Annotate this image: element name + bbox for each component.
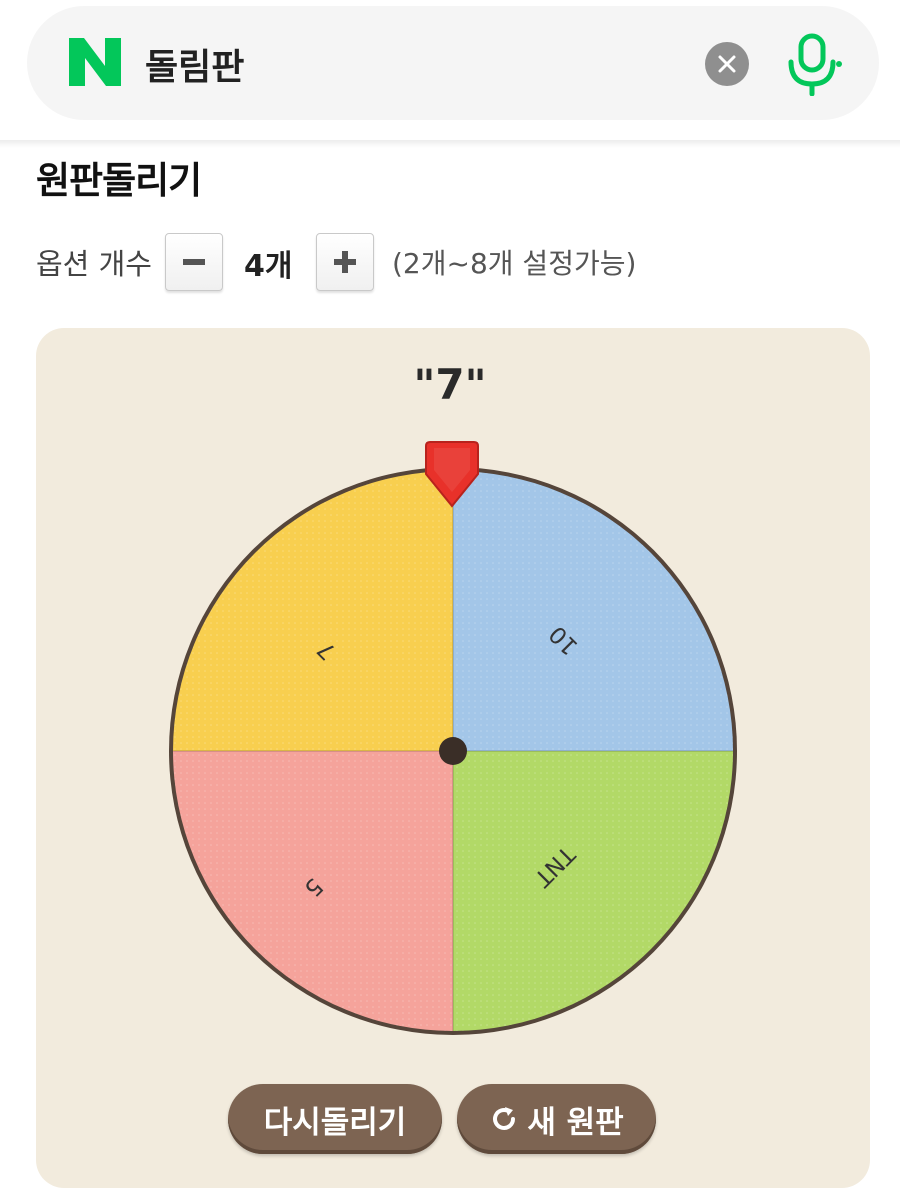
roulette-wheel[interactable]: 10 TNT 5 7 xyxy=(160,458,746,1044)
clear-search-button[interactable] xyxy=(705,42,749,86)
new-wheel-label: 새 원판 xyxy=(527,1104,624,1141)
refresh-icon xyxy=(493,1107,516,1130)
naver-logo-icon[interactable]: N xyxy=(69,36,121,88)
option-count-value: 4개 xyxy=(244,249,293,284)
option-range-hint: (2개~8개 설정가능) xyxy=(392,247,637,280)
wheel-center-pin xyxy=(439,737,467,765)
microphone-icon[interactable] xyxy=(783,32,843,96)
close-icon xyxy=(718,55,736,73)
search-input[interactable] xyxy=(145,34,685,94)
wheel-pointer-icon xyxy=(425,441,479,508)
new-wheel-button[interactable]: 새 원판 xyxy=(457,1084,656,1154)
page-title: 원판돌리기 xyxy=(36,159,202,202)
plus-icon xyxy=(334,251,356,273)
spin-again-button[interactable]: 다시돌리기 xyxy=(228,1084,442,1154)
spin-result: "7" xyxy=(413,360,487,409)
decrease-option-button[interactable] xyxy=(165,233,223,291)
option-count-label: 옵션 개수 xyxy=(36,247,152,281)
increase-option-button[interactable] xyxy=(316,233,374,291)
search-bar: N xyxy=(27,6,879,120)
header-shadow xyxy=(0,140,900,148)
minus-icon xyxy=(183,259,205,265)
